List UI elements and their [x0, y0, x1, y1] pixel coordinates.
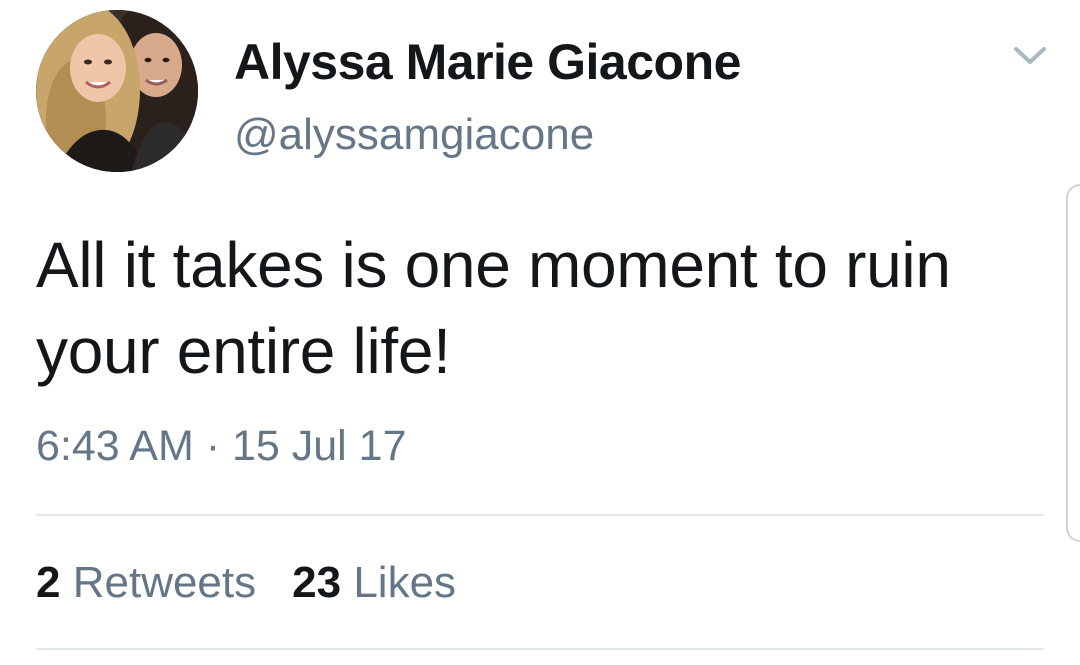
- chevron-down-icon[interactable]: [1012, 40, 1048, 70]
- user-handle[interactable]: @alyssamgiacone: [234, 108, 594, 162]
- tweet-stats: 2 Retweets 23 Likes: [36, 556, 492, 610]
- tweet-timestamp[interactable]: 6:43 AM · 15 Jul 17: [36, 420, 407, 472]
- retweets-stat[interactable]: 2 Retweets: [36, 556, 256, 610]
- scrollbar-handle[interactable]: [1066, 184, 1080, 542]
- likes-label: Likes: [353, 558, 457, 607]
- likes-stat[interactable]: 23 Likes: [292, 556, 456, 610]
- tweet-detail: Alyssa Marie Giacone @alyssamgiacone All…: [0, 0, 1080, 665]
- retweets-label: Retweets: [72, 558, 257, 607]
- tweet-text: All it takes is one moment to ruin your …: [36, 229, 951, 387]
- retweets-count: 2: [36, 558, 61, 607]
- divider: [36, 648, 1044, 650]
- display-name[interactable]: Alyssa Marie Giacone: [234, 32, 741, 92]
- likes-count: 23: [292, 558, 342, 607]
- divider: [36, 514, 1044, 516]
- avatar[interactable]: [36, 10, 198, 172]
- avatar-photo: [36, 10, 198, 172]
